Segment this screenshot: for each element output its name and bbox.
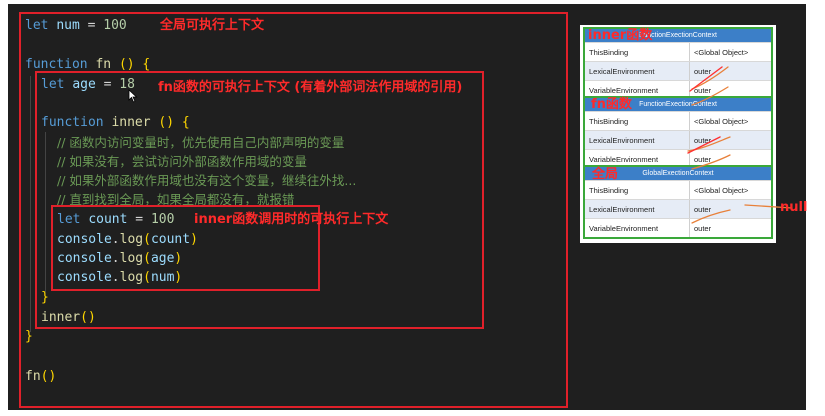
fn-context-annotation: fn函数的可执行上下文 (有着外部词法作用域的引用) [158, 80, 463, 95]
global-context-annotation: 全局可执行上下文 [160, 18, 265, 33]
null-label: null [780, 200, 808, 215]
inner-context-annotation: inner函数调用时的可执行上下文 [194, 212, 389, 227]
